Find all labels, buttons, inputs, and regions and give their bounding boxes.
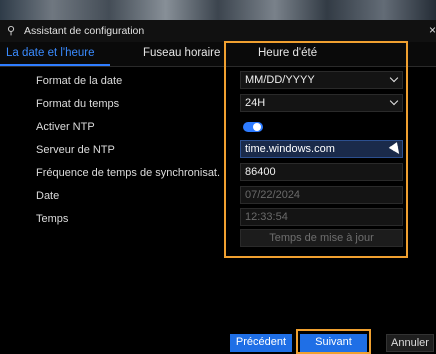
sync-frequency-label: Fréquence de temps de synchronisat. [36, 167, 221, 179]
sync-frequency-value: 86400 [245, 166, 276, 178]
time-label: Temps [36, 213, 69, 225]
background-banner [0, 0, 436, 20]
time-format-select[interactable]: 24H [240, 94, 403, 112]
date-format-value: MM/DD/YYYY [245, 74, 315, 86]
time-value: 12:33:54 [245, 211, 288, 223]
tab-bar: La date et l'heure Fuseau horaire Heure … [0, 42, 436, 66]
tab-daylight-saving[interactable]: Heure d'été [258, 47, 317, 59]
ntp-server-label: Serveur de NTP [36, 144, 115, 156]
date-format-label: Format de la date [36, 75, 123, 87]
time-field: 12:33:54 [240, 208, 403, 226]
close-icon[interactable]: × [429, 23, 436, 37]
time-format-label: Format du temps [36, 98, 120, 110]
date-field: 07/22/2024 [240, 186, 403, 204]
ntp-enable-label: Activer NTP [36, 121, 95, 133]
sync-frequency-input[interactable]: 86400 [240, 163, 403, 181]
wizard-icon: ⚲ [7, 25, 16, 37]
ntp-enable-toggle[interactable] [243, 122, 263, 132]
previous-button[interactable]: Précédent [230, 334, 292, 352]
title-bar: ⚲ Assistant de configuration × [0, 20, 436, 42]
date-format-select[interactable]: MM/DD/YYYY [240, 71, 403, 89]
tab-divider [0, 66, 436, 67]
chevron-down-icon [389, 73, 399, 83]
date-value: 07/22/2024 [245, 189, 301, 201]
chevron-down-icon [389, 96, 399, 106]
tab-time-zone[interactable]: Fuseau horaire [143, 47, 220, 59]
time-format-value: 24H [245, 97, 266, 109]
update-time-button[interactable]: Temps de mise à jour [240, 229, 403, 247]
tab-date-time[interactable]: La date et l'heure [6, 47, 95, 59]
date-label: Date [36, 190, 60, 202]
ntp-server-select[interactable]: time.windows.com [240, 140, 403, 158]
toggle-knob [253, 123, 261, 131]
window-title: Assistant de configuration [24, 25, 145, 37]
cancel-button[interactable]: Annuler [386, 334, 434, 352]
ntp-server-value: time.windows.com [245, 143, 335, 155]
next-button[interactable]: Suivant [300, 334, 367, 352]
